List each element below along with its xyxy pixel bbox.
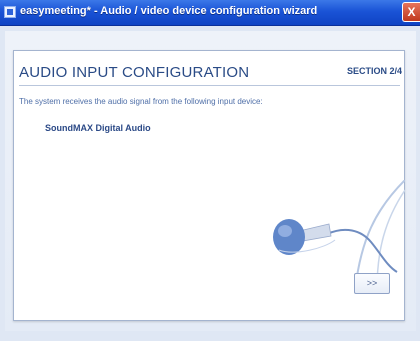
- divider: [19, 85, 400, 86]
- app-icon: [4, 6, 16, 18]
- audio-device-name: SoundMAX Digital Audio: [45, 123, 151, 133]
- next-button[interactable]: >>: [354, 273, 390, 294]
- window-title: easymeeting* - Audio / video device conf…: [20, 5, 318, 17]
- title-bar[interactable]: easymeeting* - Audio / video device conf…: [0, 0, 420, 26]
- section-title: AUDIO INPUT CONFIGURATION: [19, 64, 250, 81]
- close-button[interactable]: X: [402, 2, 420, 22]
- description-text: The system receives the audio signal fro…: [19, 97, 263, 106]
- section-number: SECTION 2/4: [346, 66, 402, 76]
- wizard-window: easymeeting* - Audio / video device conf…: [0, 0, 420, 341]
